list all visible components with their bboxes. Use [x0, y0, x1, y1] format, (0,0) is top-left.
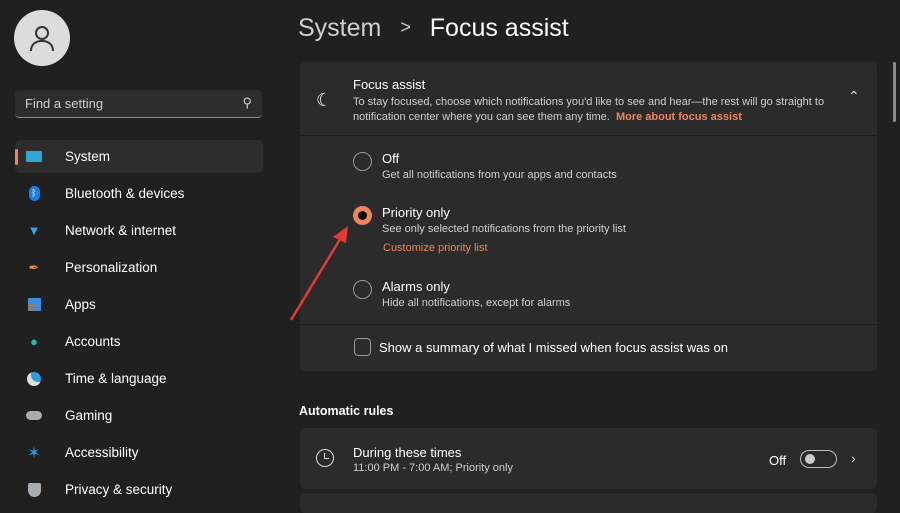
annotation-arrow [0, 0, 900, 500]
